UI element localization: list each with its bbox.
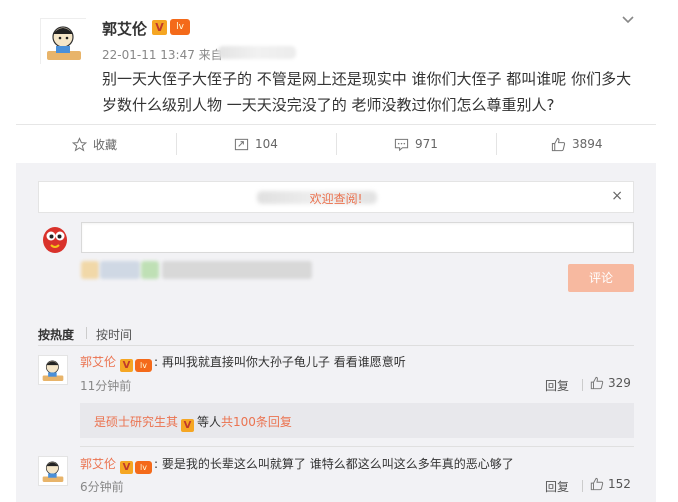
thumbs-up-icon [590,477,604,491]
divider [336,133,337,155]
verified-badge-icon: V [152,20,167,35]
comment-item: 郭艾伦 Vlv: 要是我的长辈这么叫就算了 谁特么都这么叫这么多年真的恶心够了 [80,455,514,474]
topic-icon[interactable] [141,261,159,279]
sub-reply-total-link[interactable]: 共100条回复 [221,415,292,429]
like-button[interactable]: 3894 [551,134,603,154]
cartoon-avatar-image [39,356,67,384]
comment-input[interactable] [81,222,634,253]
divider [496,133,497,155]
comment-like-count: 152 [608,477,631,491]
submit-comment-button[interactable]: 评论 [568,264,634,292]
divider [38,345,634,346]
post-timestamp: 22-01-11 13:47 来自 [102,48,223,62]
favorite-button[interactable]: 收藏 [72,134,117,154]
sort-by-hot-tab[interactable]: 按热度 [38,326,74,343]
commenter-avatar[interactable] [38,456,68,486]
sort-by-time-tab[interactable]: 按时间 [96,326,132,343]
verified-badge-icon: V [181,419,195,432]
repost-button[interactable]: 104 [234,134,278,154]
level-badge-icon: lv [170,19,190,35]
comment-like-button[interactable]: 329 [590,376,631,390]
divider [582,379,583,391]
verified-badge-icon: V [120,461,134,474]
favorite-label: 收藏 [93,137,118,152]
author-name[interactable]: 郭艾伦 [102,18,147,39]
commenter-avatar[interactable] [38,355,68,385]
divider [176,133,177,155]
repost-count: 104 [255,137,278,151]
source-redacted [218,46,296,59]
image-icon[interactable] [100,261,140,279]
comment-author[interactable]: 郭艾伦 [80,355,116,369]
verified-badge-icon: V [120,359,134,372]
star-icon [72,136,87,152]
comment-text: : 要是我的长辈这么叫就算了 谁特么都这么叫这么多年真的恶心够了 [154,457,514,471]
comment-button[interactable]: 971 [394,134,438,154]
thumbs-up-icon [590,376,604,390]
cartoon-avatar-image [39,457,67,485]
divider [16,124,656,125]
divider [80,446,634,447]
comment-count: 971 [415,137,438,151]
comment-like-button[interactable]: 152 [590,477,631,491]
sub-reply-line: 是硕士研究生其 V 等人共100条回复 [94,413,292,432]
my-avatar[interactable] [38,222,72,256]
comment-text: : 再叫我就直接叫你大孙子龟儿子 看看谁愿意听 [154,355,406,369]
weibo-post-page: 郭艾伦 V lv 22-01-11 13:47 来自 别一天大侄子大侄子的 不管… [0,0,678,502]
sub-reply-author[interactable]: 是硕士研究生其 [94,415,178,429]
level-badge-icon: lv [135,359,153,372]
comment-author[interactable]: 郭艾伦 [80,457,116,471]
close-icon[interactable]: × [611,188,623,204]
welcome-banner: 欢迎查阅! × [38,181,634,213]
comment-like-count: 329 [608,376,631,390]
chevron-down-icon[interactable] [620,12,636,28]
reply-button[interactable]: 回复 [545,377,569,394]
post-text: 别一天大侄子大侄子的 不管是网上还是现实中 谁你们大侄子 都叫谁呢 你们多大岁数… [102,70,632,114]
repost-checkbox[interactable] [162,261,312,279]
comment-icon [394,138,409,151]
sub-reply-summary[interactable]: 是硕士研究生其 V 等人共100条回复 [80,403,634,438]
thumbs-up-icon [551,137,566,151]
emoji-icon[interactable] [81,261,99,279]
sub-reply-etc: 等人 [197,415,222,429]
level-badge-icon: lv [135,461,153,474]
like-count: 3894 [572,137,603,151]
divider [582,480,583,492]
comment-time: 11分钟前 [80,379,132,393]
cartoon-avatar-image [41,19,87,65]
repost-icon [234,138,249,150]
comment-item: 郭艾伦 Vlv: 再叫我就直接叫你大孙子龟儿子 看看谁愿意听 [80,353,406,372]
divider [86,327,87,339]
comment-time: 6分钟前 [80,480,124,494]
reply-button[interactable]: 回复 [545,478,569,495]
welcome-text: 欢迎查阅! [309,192,363,206]
author-avatar[interactable] [40,18,87,65]
